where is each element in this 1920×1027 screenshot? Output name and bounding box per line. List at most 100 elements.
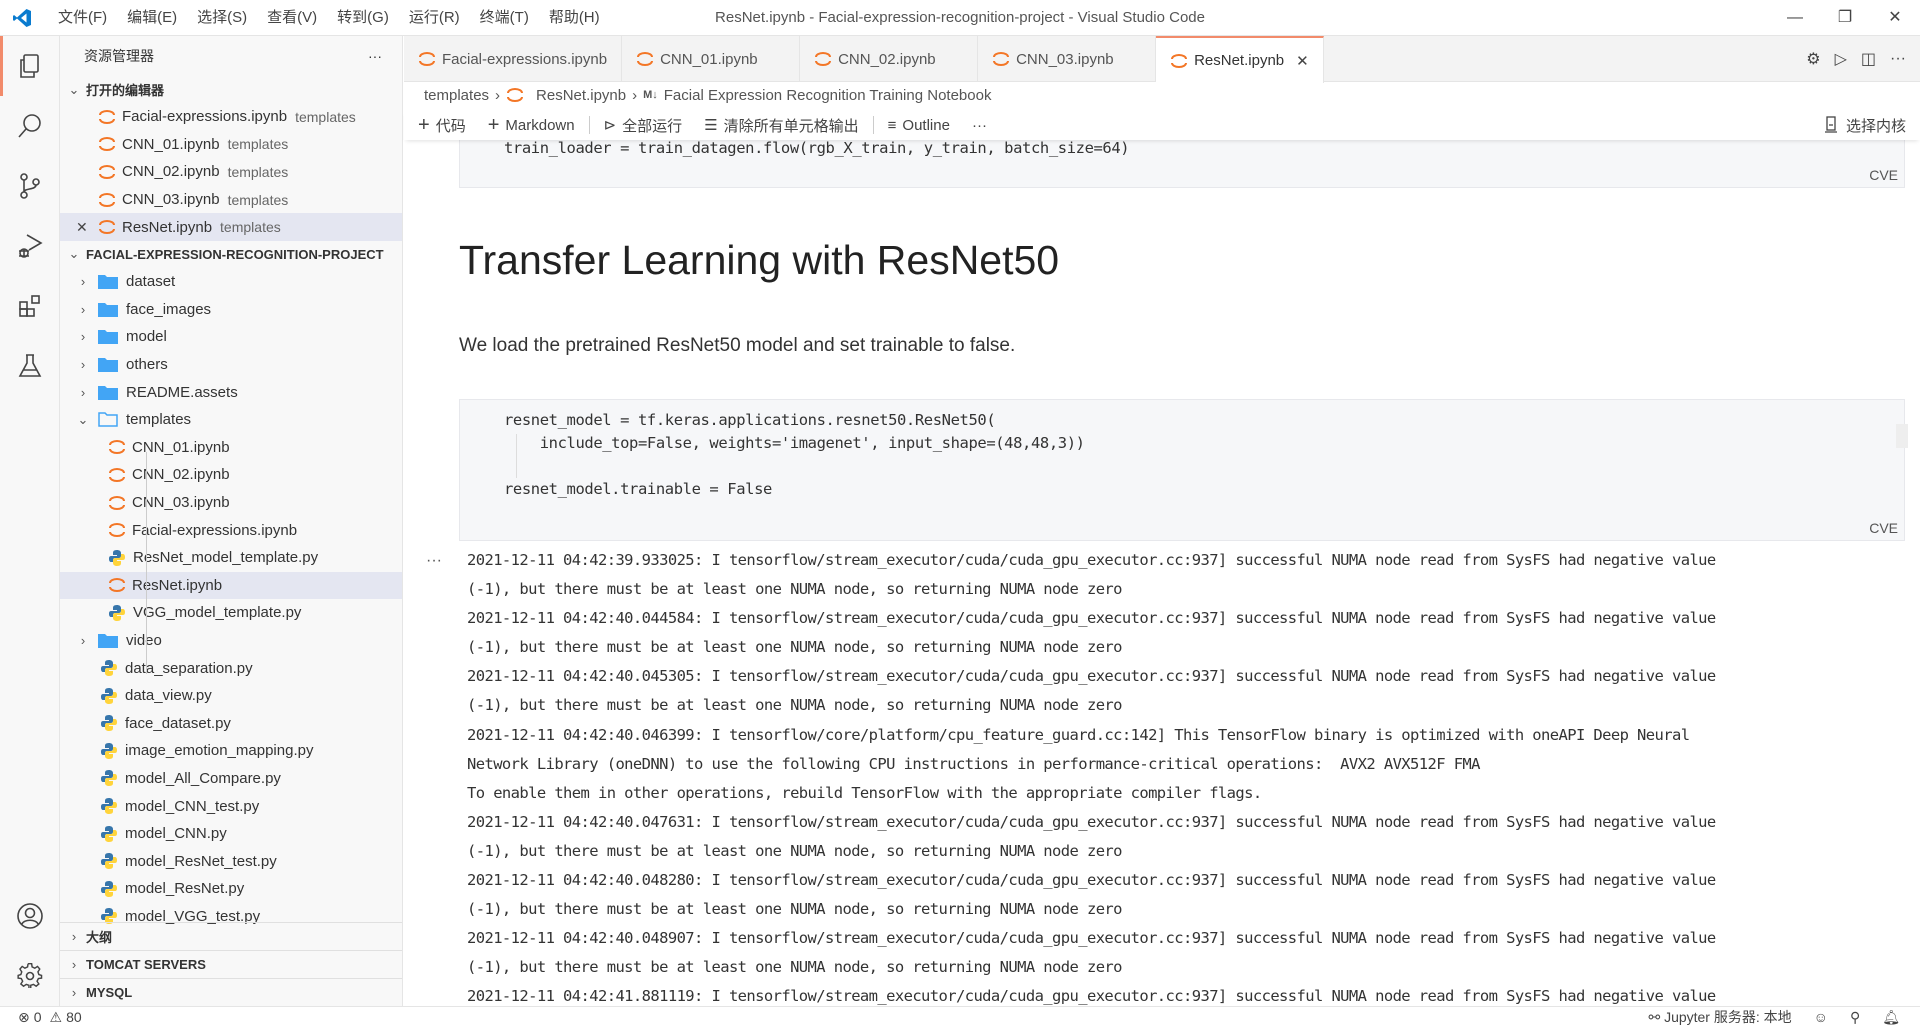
python-file-icon — [109, 549, 125, 566]
activity-source-control[interactable] — [0, 156, 60, 216]
feedback-icon[interactable]: ⚲ — [1850, 1009, 1860, 1026]
open-editors-section[interactable]: ⌄ 打开的编辑器 — [60, 76, 402, 103]
open-editor-item[interactable]: ✕ ResNet.ipynb templates — [60, 213, 402, 241]
activity-explorer[interactable] — [0, 36, 60, 96]
tab-cnn-01-ipynb[interactable]: CNN_01.ipynb — [622, 36, 801, 82]
code-line: resnet_model.trainable = False — [504, 480, 772, 498]
folder-item-video[interactable]: › video — [60, 627, 402, 655]
file-name: data_separation.py — [125, 659, 253, 677]
tab-facial-expressions-ipynb[interactable]: Facial-expressions.ipynb — [404, 36, 623, 82]
folder-item[interactable]: › others — [60, 351, 402, 379]
file-item[interactable]: CNN_02.ipynb — [60, 461, 402, 489]
close-icon[interactable]: ✕ — [76, 219, 98, 236]
output-more-button[interactable]: ··· — [426, 546, 442, 575]
menu-file[interactable]: 文件(F) — [48, 0, 117, 36]
outline-button[interactable]: ≡ Outline — [888, 117, 950, 134]
code-cell[interactable]: resnet_model = tf.keras.applications.res… — [459, 399, 1905, 541]
close-window-button[interactable]: ✕ — [1870, 0, 1920, 36]
menu-selection[interactable]: 选择(S) — [187, 0, 257, 36]
add-markdown-cell-button[interactable]: + Markdown — [488, 114, 575, 137]
python-file-icon — [101, 798, 117, 815]
notebook-settings-gear-icon[interactable]: ⚙ — [1806, 49, 1820, 69]
tab-resnet-ipynb[interactable]: ResNet.ipynb ✕ — [1156, 36, 1324, 83]
kernel-server-icon — [1824, 116, 1837, 133]
folder-item[interactable]: › README.assets — [60, 378, 402, 406]
activity-run-debug[interactable] — [0, 216, 60, 276]
tab-cnn-03-ipynb[interactable]: CNN_03.ipynb — [978, 36, 1157, 82]
toolbar-more-button[interactable]: ··· — [972, 117, 987, 134]
file-item[interactable]: model_ResNet.py — [60, 875, 402, 903]
minimize-button[interactable]: — — [1770, 0, 1820, 36]
menu-help[interactable]: 帮助(H) — [539, 0, 610, 36]
tab-cnn-02-ipynb[interactable]: CNN_02.ipynb — [800, 36, 979, 82]
add-code-cell-button[interactable]: + 代码 — [418, 114, 466, 137]
explorer-more-button[interactable]: ··· — [368, 48, 382, 64]
tomcat-servers-section[interactable]: › TOMCAT SERVERS — [60, 950, 402, 978]
markdown-paragraph: We load the pretrained ResNet50 model an… — [459, 335, 1016, 356]
folder-item[interactable]: › model — [60, 323, 402, 351]
activity-search[interactable] — [0, 96, 60, 156]
editor-scrollbar[interactable] — [1896, 424, 1908, 448]
file-item[interactable]: face_dataset.py — [60, 709, 402, 737]
activity-extensions[interactable] — [0, 276, 60, 336]
close-tab-icon[interactable]: ✕ — [1296, 52, 1309, 70]
folder-name: video — [126, 631, 162, 649]
file-item[interactable]: CNN_03.ipynb — [60, 489, 402, 517]
open-editor-item[interactable]: CNN_03.ipynb templates — [60, 186, 402, 214]
breadcrumb-folder[interactable]: templates — [424, 87, 489, 104]
code-cell[interactable]: train_loader = train_datagen.flow(rgb_X_… — [459, 140, 1905, 188]
notifications-bell-icon[interactable]: 🔔︎ — [1882, 1009, 1900, 1026]
menu-go[interactable]: 转到(G) — [327, 0, 399, 36]
file-item[interactable]: VGG_model_template.py — [60, 599, 402, 627]
menu-edit[interactable]: 编辑(E) — [117, 0, 187, 36]
cell-language-label[interactable]: CVE — [1869, 167, 1898, 183]
folder-item-templates[interactable]: ⌄ templates — [60, 406, 402, 434]
run-icon[interactable]: ▷ — [1835, 49, 1847, 69]
folder-name: README.assets — [126, 383, 238, 401]
folder-item[interactable]: › face_images — [60, 296, 402, 324]
cell-language-label[interactable]: CVE — [1869, 520, 1898, 536]
clear-outputs-button[interactable]: ☰ 清除所有单元格输出 — [704, 115, 858, 136]
plus-icon: + — [418, 113, 430, 136]
open-editor-item[interactable]: CNN_02.ipynb templates — [60, 158, 402, 186]
open-editor-path: templates — [295, 108, 356, 125]
problems-indicator[interactable]: ⊗ 0 ⚠ 80 — [0, 1009, 82, 1026]
breadcrumb-file[interactable]: ResNet.ipynb — [536, 87, 626, 104]
file-item[interactable]: Facial-expressions.ipynb — [60, 516, 402, 544]
activity-testing[interactable] — [0, 336, 60, 396]
restore-button[interactable]: ❐ — [1820, 0, 1870, 36]
breadcrumb-section[interactable]: Facial Expression Recognition Training N… — [664, 87, 992, 104]
open-editor-item[interactable]: Facial-expressions.ipynb templates — [60, 103, 402, 131]
file-item[interactable]: data_view.py — [60, 682, 402, 710]
mysql-section[interactable]: › MYSQL — [60, 978, 402, 1006]
notebook-icon — [419, 52, 435, 66]
file-item[interactable]: image_emotion_mapping.py — [60, 737, 402, 765]
activity-accounts[interactable] — [0, 886, 60, 946]
outline-section[interactable]: › 大纲 — [60, 922, 402, 950]
project-section[interactable]: ⌄ FACIAL-EXPRESSION-RECOGNITION-PROJECT — [60, 241, 402, 268]
copilot-icon[interactable]: ☺ — [1814, 1009, 1828, 1025]
split-editor-icon[interactable]: ◫ — [1861, 49, 1876, 69]
menu-terminal[interactable]: 终端(T) — [470, 0, 539, 36]
more-actions-icon[interactable]: ··· — [1890, 50, 1906, 68]
folder-item[interactable]: › dataset — [60, 268, 402, 296]
file-item[interactable]: model_All_Compare.py — [60, 765, 402, 793]
python-file-icon — [101, 742, 117, 759]
file-item[interactable]: model_CNN.py — [60, 820, 402, 848]
file-item[interactable]: model_ResNet_test.py — [60, 847, 402, 875]
run-all-button[interactable]: ⊳ 全部运行 — [604, 115, 683, 136]
activity-manage[interactable] — [0, 946, 60, 1006]
menu-run[interactable]: 运行(R) — [399, 0, 470, 36]
output-line: (-1), but there must be at least one NUM… — [467, 580, 1122, 599]
file-item[interactable]: ResNet.ipynb — [60, 571, 402, 600]
output-line: 2021-12-11 04:42:40.047631: I tensorflow… — [467, 812, 1716, 831]
jupyter-server-status[interactable]: ⚯ Jupyter 服务器: 本地 — [1648, 1007, 1791, 1027]
clear-outputs-label: 清除所有单元格输出 — [723, 117, 859, 135]
menu-view[interactable]: 查看(V) — [257, 0, 327, 36]
file-item[interactable]: ResNet_model_template.py — [60, 544, 402, 572]
file-item[interactable]: data_separation.py — [60, 654, 402, 682]
open-editor-item[interactable]: CNN_01.ipynb templates — [60, 131, 402, 159]
file-item[interactable]: model_CNN_test.py — [60, 792, 402, 820]
select-kernel-button[interactable]: 选择内核 — [1824, 110, 1906, 140]
file-item[interactable]: CNN_01.ipynb — [60, 434, 402, 462]
